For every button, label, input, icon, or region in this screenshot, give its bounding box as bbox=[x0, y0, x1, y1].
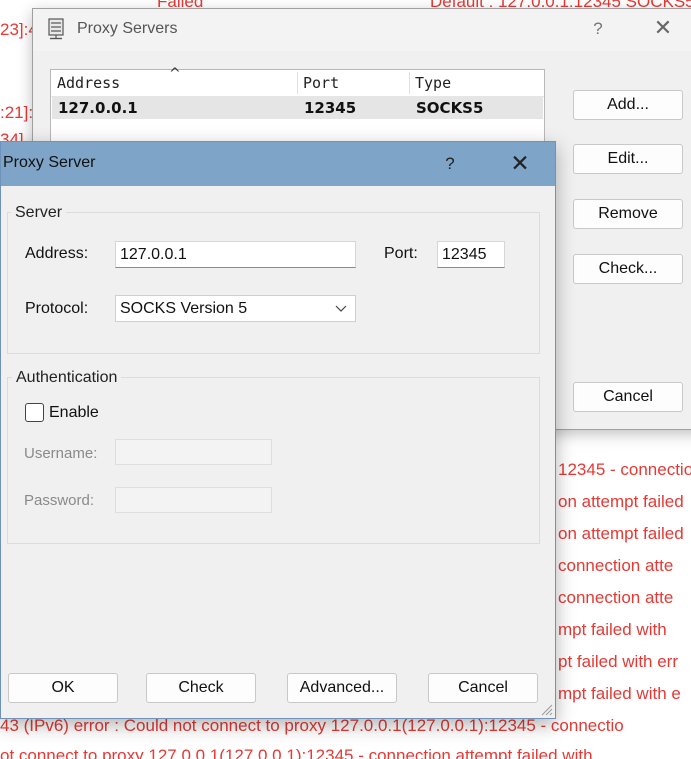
close-icon[interactable]: ✕ bbox=[508, 152, 532, 176]
port-label: Port: bbox=[384, 245, 418, 262]
check-button[interactable]: Check... bbox=[573, 254, 683, 284]
enable-auth-label[interactable]: Enable bbox=[49, 404, 99, 422]
log-line: :21]: bbox=[0, 103, 34, 122]
proxy-server-dialog: Proxy Server ? ✕ Server Address: 127.0.0… bbox=[0, 141, 556, 719]
authentication-group-label: Authentication bbox=[12, 369, 122, 387]
server-group-label: Server bbox=[11, 204, 67, 222]
cancel-button[interactable]: Cancel bbox=[428, 673, 538, 703]
cell-type: SOCKS5 bbox=[416, 99, 484, 117]
edit-button[interactable]: Edit... bbox=[573, 144, 683, 174]
proxy-servers-title: Proxy Servers bbox=[77, 20, 178, 37]
proxy-server-titlebar[interactable]: Proxy Server ? ✕ bbox=[1, 142, 555, 186]
protocol-selected-value: SOCKS Version 5 bbox=[120, 300, 248, 317]
address-label: Address: bbox=[25, 245, 89, 262]
check-button[interactable]: Check bbox=[146, 673, 256, 703]
table-row[interactable]: 127.0.0.1 12345 SOCKS5 bbox=[52, 97, 543, 119]
protocol-label: Protocol: bbox=[25, 300, 89, 317]
log-line: mpt failed with e bbox=[558, 684, 681, 703]
protocol-select[interactable]: SOCKS Version 5 bbox=[115, 295, 356, 322]
help-icon[interactable]: ? bbox=[586, 17, 610, 41]
username-label: Username: bbox=[24, 445, 98, 462]
server-icon bbox=[48, 18, 64, 40]
chevron-down-icon bbox=[335, 305, 347, 312]
log-line: connection atte bbox=[558, 588, 674, 607]
add-button[interactable]: Add... bbox=[573, 90, 683, 120]
sort-ascending-icon: ^ bbox=[169, 66, 181, 82]
enable-auth-checkbox[interactable] bbox=[25, 403, 44, 422]
list-header: Address ^ Port Type bbox=[51, 66, 544, 97]
remove-button[interactable]: Remove bbox=[573, 199, 683, 229]
proxy-server-title: Proxy Server bbox=[3, 154, 96, 171]
log-line: 12345 - connection bbox=[558, 460, 691, 479]
port-input[interactable]: 12345 bbox=[437, 241, 505, 268]
cell-port: 12345 bbox=[304, 99, 357, 117]
cancel-button[interactable]: Cancel bbox=[573, 382, 683, 412]
password-input[interactable] bbox=[115, 487, 272, 513]
column-header-port[interactable]: Port bbox=[297, 70, 409, 96]
log-line: mpt failed with bbox=[558, 620, 667, 639]
log-line: ot connect to proxy 127.0.0.1(127.0.0.1)… bbox=[0, 746, 593, 759]
resize-grip-icon[interactable] bbox=[539, 702, 553, 716]
address-input[interactable]: 127.0.0.1 bbox=[115, 241, 356, 268]
log-line: 43 (IPv6) error : Could not connect to p… bbox=[0, 716, 624, 735]
log-line: pt failed with err bbox=[558, 652, 678, 671]
log-line: connection atte bbox=[558, 556, 674, 575]
ok-button[interactable]: OK bbox=[8, 673, 118, 703]
username-input[interactable] bbox=[115, 439, 272, 465]
server-group bbox=[7, 212, 540, 354]
column-header-type[interactable]: Type bbox=[409, 70, 544, 96]
log-line: on attempt failed bbox=[558, 492, 684, 511]
proxy-servers-titlebar[interactable]: Proxy Servers ? ✕ bbox=[33, 9, 691, 51]
log-line: on attempt failed bbox=[558, 524, 684, 543]
close-icon[interactable]: ✕ bbox=[651, 17, 675, 41]
help-icon[interactable]: ? bbox=[438, 152, 462, 176]
advanced-button[interactable]: Advanced... bbox=[287, 673, 397, 703]
password-label: Password: bbox=[24, 492, 95, 509]
cell-address: 127.0.0.1 bbox=[58, 99, 138, 117]
